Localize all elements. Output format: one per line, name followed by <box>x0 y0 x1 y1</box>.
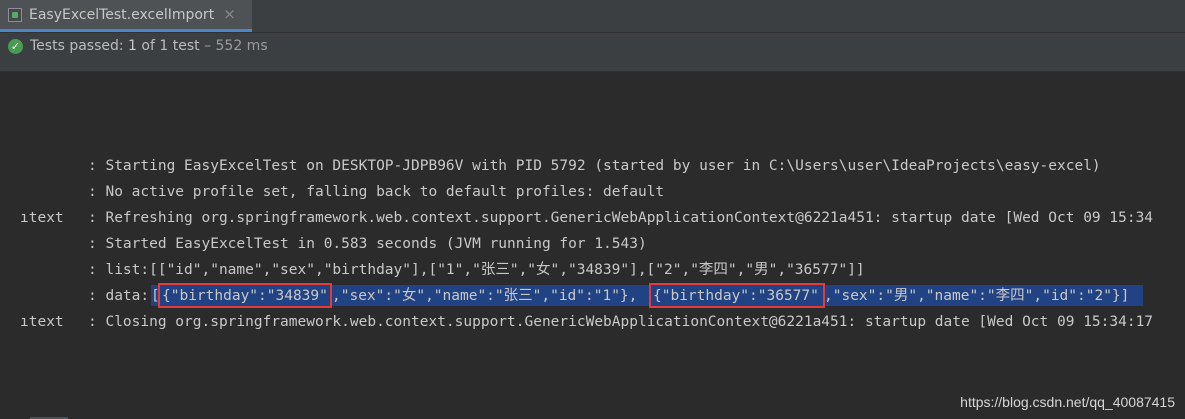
log-message: : Closing org.springframework.web.contex… <box>88 314 1154 330</box>
test-run-icon <box>8 7 22 22</box>
tab-title: EasyExcelTest.excelImport <box>29 6 215 23</box>
status-label: Tests passed: <box>30 38 124 54</box>
json-record-1-rest: ,"sex":"女","name":"张三","id":"1"}, <box>332 288 638 304</box>
log-message: : Starting EasyExcelTest on DESKTOP-JDPB… <box>88 158 1101 174</box>
console-line: : Started EasyExcelTest in 0.583 seconds… <box>0 232 1185 256</box>
log-message: : Refreshing org.springframework.web.con… <box>88 210 1154 226</box>
tab-easyexceltest-excelimport[interactable]: EasyExcelTest.excelImport × <box>0 0 252 32</box>
highlight-box-birthday-1 <box>158 283 332 308</box>
console-line: : list:[["id","name","sex","birthday"],[… <box>0 258 1185 282</box>
log-context: ıtext <box>20 314 64 330</box>
check-icon: ✓ <box>8 39 23 54</box>
log-message: : list:[["id","name","sex","birthday"],[… <box>88 262 865 278</box>
highlight-box-birthday-2 <box>649 283 825 308</box>
close-icon[interactable]: × <box>223 7 236 22</box>
log-message: : Started EasyExcelTest in 0.583 seconds… <box>88 236 647 252</box>
status-of: of 1 test <box>141 38 200 54</box>
json-record-2-rest: ,"sex":"男","name":"李四","id":"2"}] <box>824 288 1130 304</box>
console-output[interactable]: : Starting EasyExcelTest on DESKTOP-JDPB… <box>0 72 1185 419</box>
log-message: : No active profile set, falling back to… <box>88 184 665 200</box>
log-message-prefix: : data: <box>88 288 150 304</box>
status-count: 1 <box>128 38 137 54</box>
console-line: ıtext : Closing org.springframework.web.… <box>0 310 1185 334</box>
watermark-url: https://blog.csdn.net/qq_40087415 <box>960 394 1175 410</box>
console-line-data: : data: [ {"birthday":"34839" ,"sex":"女"… <box>0 283 1185 308</box>
test-status-bar: ✓ Tests passed: 1 of 1 test – 552 ms <box>0 33 1185 72</box>
editor-tab-bar: EasyExcelTest.excelImport × <box>0 0 1185 33</box>
console-line: ıtext : Refreshing org.springframework.w… <box>0 206 1185 230</box>
log-context: ıtext <box>20 210 64 226</box>
console-line: : No active profile set, falling back to… <box>0 180 1185 204</box>
console-line: : Starting EasyExcelTest on DESKTOP-JDPB… <box>0 154 1185 178</box>
status-duration: – 552 ms <box>204 38 268 54</box>
test-status-text: Tests passed: 1 of 1 test – 552 ms <box>30 38 268 54</box>
